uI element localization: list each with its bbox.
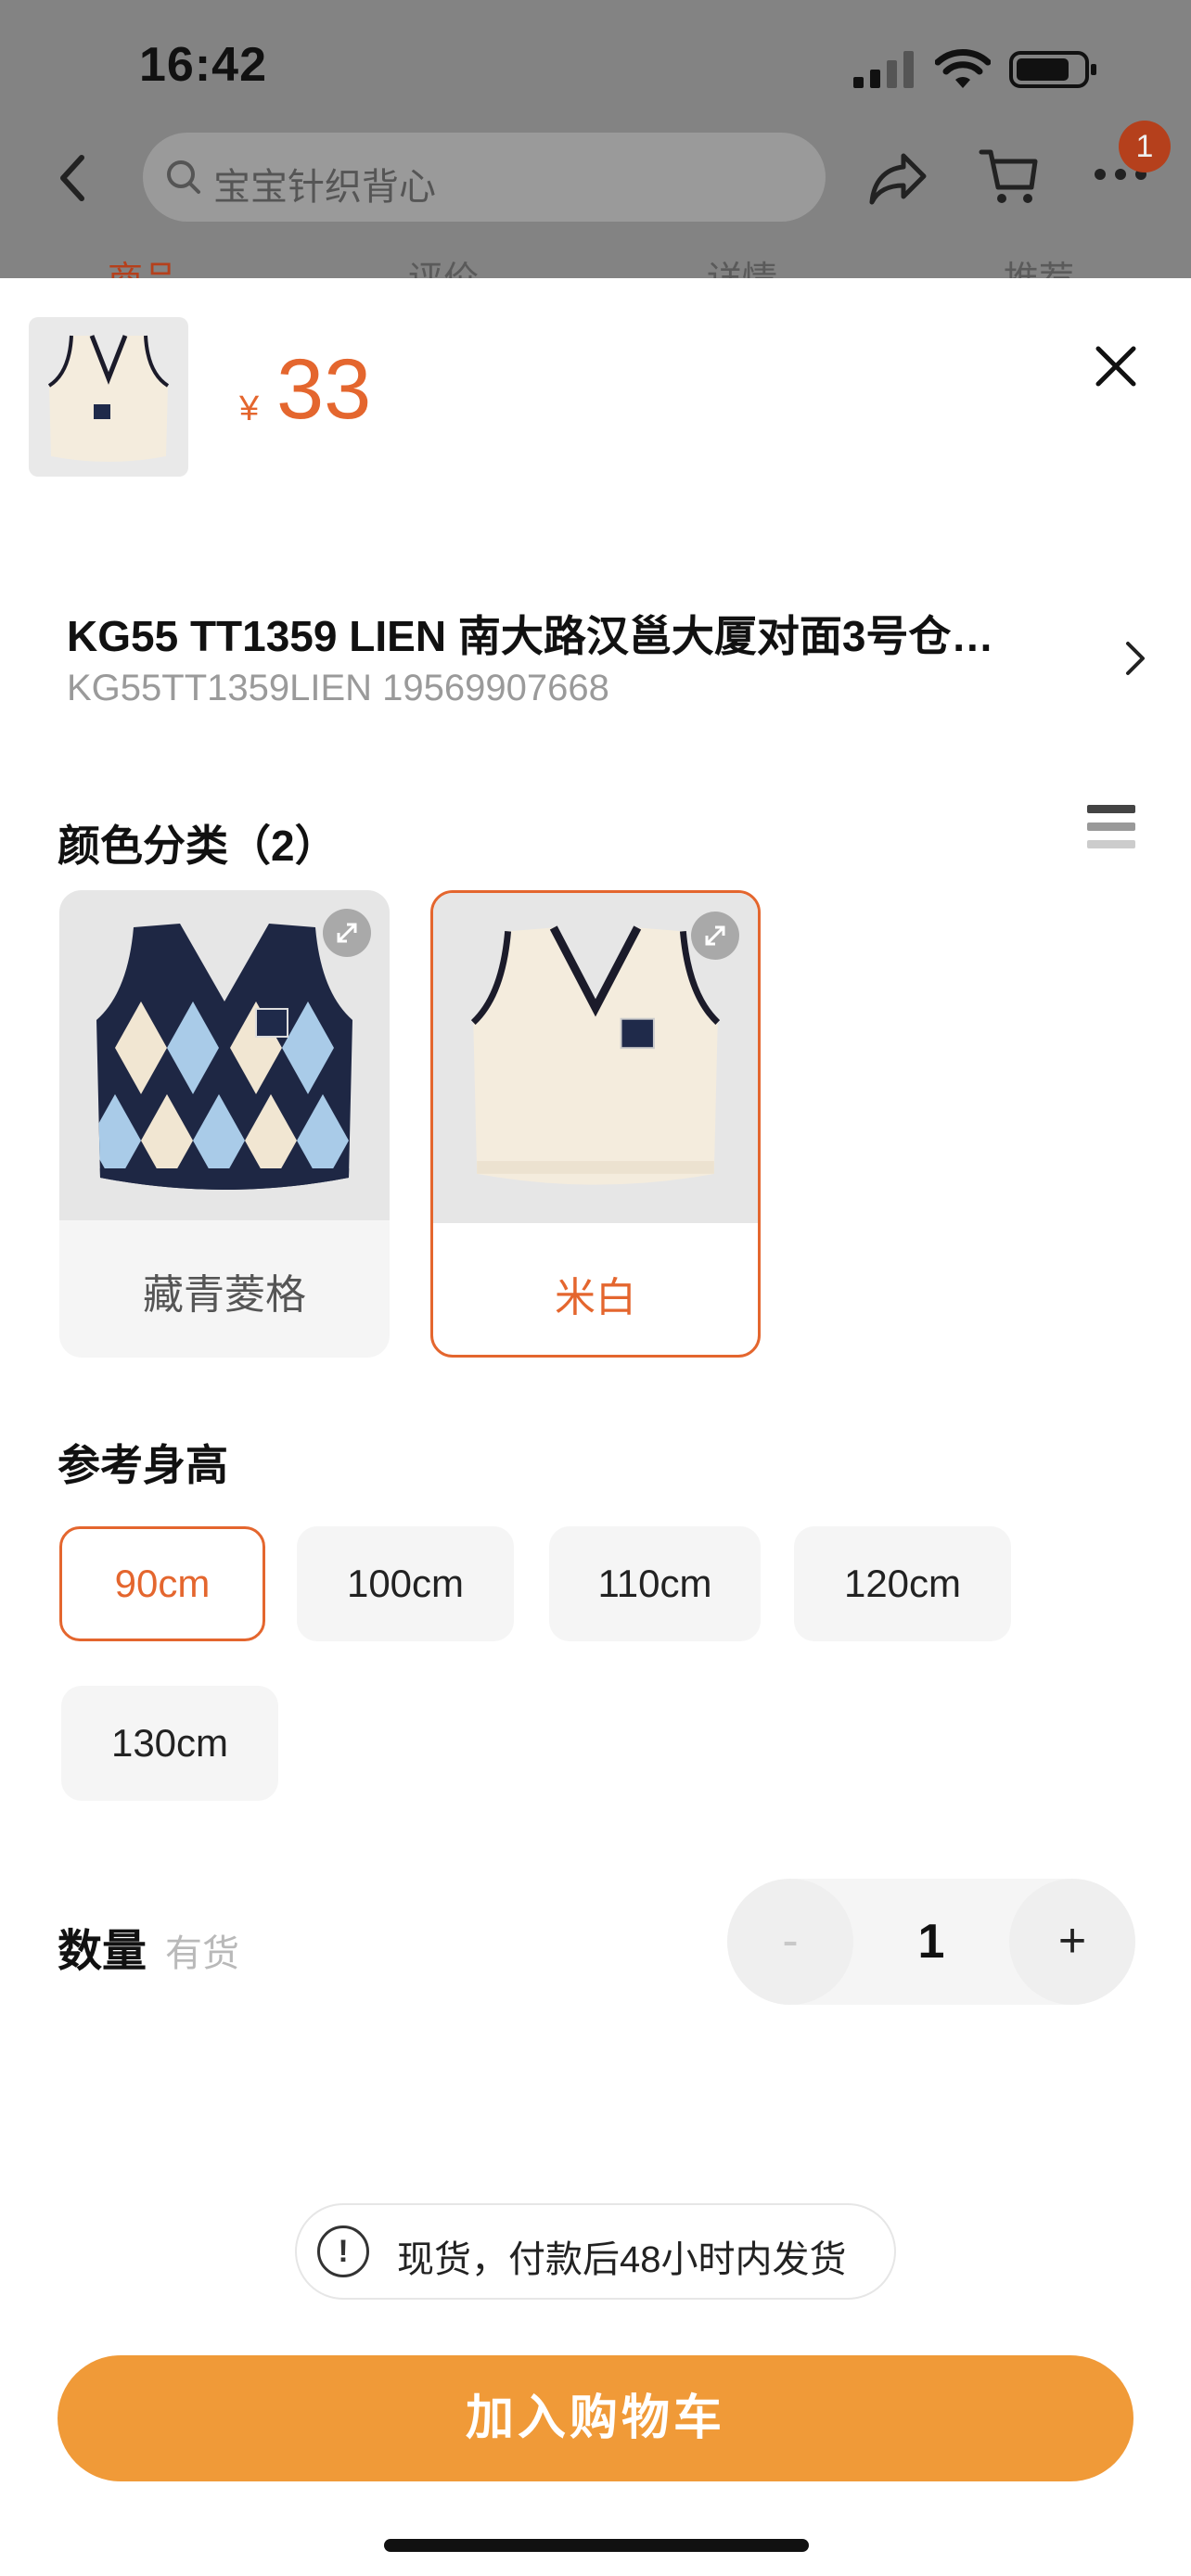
vest-image <box>47 335 170 462</box>
size-option-100cm[interactable]: 100cm <box>297 1526 514 1641</box>
battery-icon <box>1009 51 1096 88</box>
height-section-title: 参考身高 <box>58 1441 228 1489</box>
cart-icon[interactable] <box>978 145 1041 208</box>
expand-icon[interactable] <box>323 909 371 957</box>
store-name: KG55 TT1359 LIEN 南大路汉邕大厦对面3号仓… <box>67 612 994 660</box>
quantity-label: 数量 <box>58 1927 147 1976</box>
shipping-notice: ! 现货，付款后48小时内发货 <box>295 2203 896 2300</box>
add-to-cart-button[interactable]: 加入购物车 <box>58 2355 1133 2481</box>
back-icon[interactable] <box>54 152 91 204</box>
shipping-notice-text: 现货，付款后48小时内发货 <box>397 2239 847 2280</box>
list-view-icon[interactable] <box>1087 805 1135 858</box>
expand-icon[interactable] <box>691 912 739 960</box>
quantity-stepper: - 1 + <box>727 1879 1135 2005</box>
exclamation-icon: ! <box>317 2225 369 2277</box>
decrease-button[interactable]: - <box>727 1879 853 2005</box>
color-section-title: 颜色分类（2） <box>58 822 338 870</box>
color-option-label: 米白 <box>555 1275 636 1320</box>
search-input[interactable]: 宝宝针织背心 <box>143 133 826 222</box>
quantity-value[interactable]: 1 <box>853 1879 1009 2005</box>
tab-bar: 商品 评价 详情 推荐 <box>0 250 1191 300</box>
background-page: 16:42 宝宝针织背心 1 <box>0 0 1191 300</box>
color-option-off-white[interactable]: 米白 <box>430 890 761 1358</box>
increase-button[interactable]: + <box>1009 1879 1135 2005</box>
size-option-110cm[interactable]: 110cm <box>549 1526 761 1641</box>
store-contact: KG55TT1359LIEN 19569907668 <box>67 668 609 708</box>
size-option-120cm[interactable]: 120cm <box>794 1526 1011 1641</box>
cart-badge: 1 <box>1119 121 1171 172</box>
price: 33 <box>276 342 372 437</box>
color-option-navy-argyle[interactable]: 藏青菱格 <box>59 890 390 1358</box>
price-currency: ¥ <box>239 389 260 428</box>
close-icon[interactable] <box>1093 343 1139 389</box>
search-icon <box>167 160 200 194</box>
wifi-icon <box>935 49 991 88</box>
home-indicator <box>384 2539 809 2552</box>
status-icons <box>853 46 1098 93</box>
stock-status: 有货 <box>165 1933 239 1974</box>
sku-sheet: ¥ 33 KG55 TT1359 LIEN 南大路汉邕大厦对面3号仓… KG55… <box>0 278 1191 2576</box>
size-option-130cm[interactable]: 130cm <box>61 1686 278 1801</box>
product-thumbnail[interactable] <box>29 317 188 477</box>
chevron-right-icon <box>1126 642 1145 675</box>
size-option-90cm[interactable]: 90cm <box>59 1526 265 1641</box>
share-icon[interactable] <box>866 148 929 208</box>
color-option-label: 藏青菱格 <box>143 1272 306 1318</box>
search-placeholder: 宝宝针织背心 <box>213 167 436 208</box>
status-time: 16:42 <box>139 38 267 92</box>
signal-icon <box>853 51 914 88</box>
